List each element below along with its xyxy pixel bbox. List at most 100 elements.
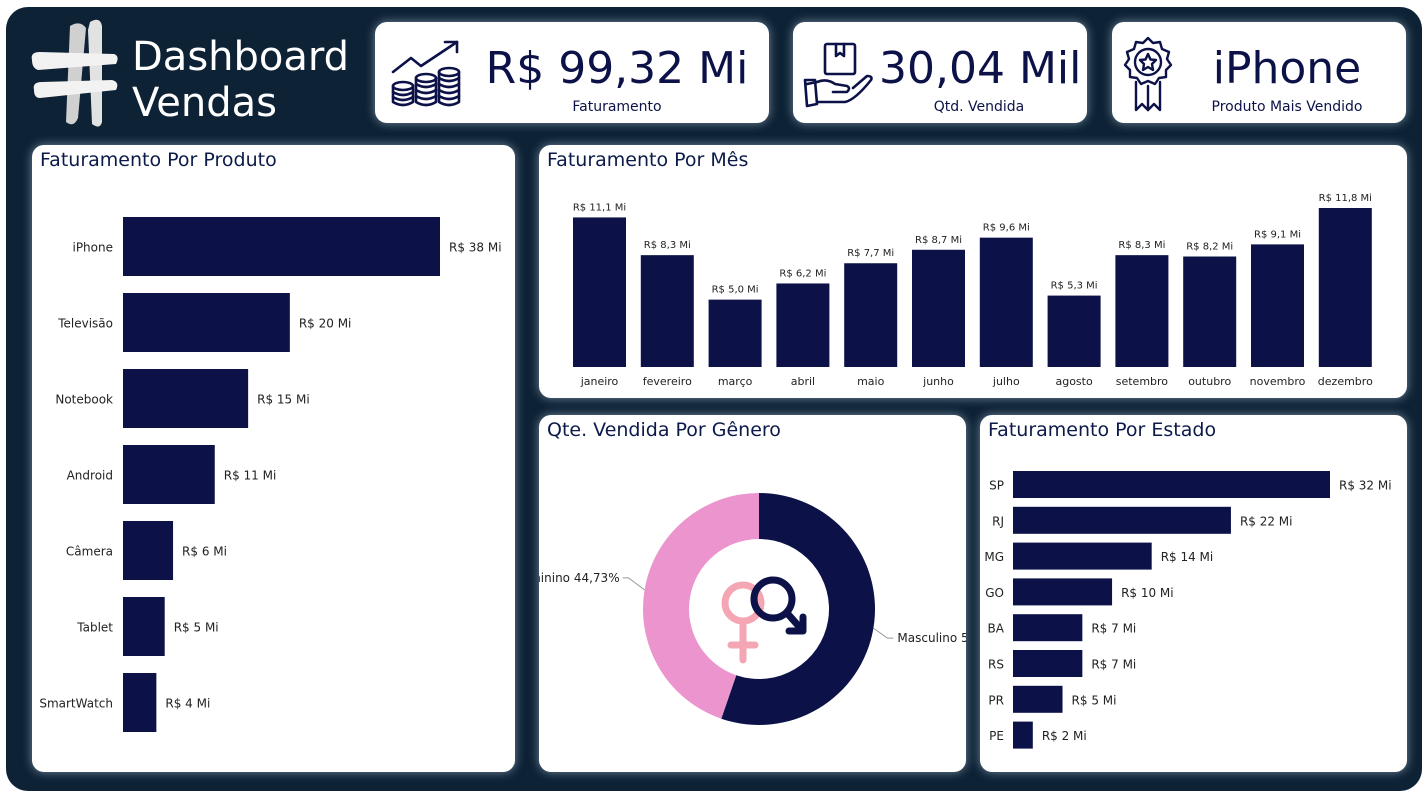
bar [1013, 685, 1063, 713]
category-label: RS [988, 658, 1004, 672]
category-label: Câmera [66, 545, 113, 559]
bar [123, 217, 440, 276]
data-label: R$ 20 Mi [299, 317, 352, 331]
category-label: iPhone [72, 241, 113, 255]
data-label: R$ 5,0 Mi [712, 285, 759, 296]
data-label: R$ 6,2 Mi [779, 268, 826, 279]
category-label: novembro [1250, 375, 1306, 388]
bar [1013, 721, 1033, 749]
chart-produto: iPhone R$ 38 Mi Televisão R$ 20 Mi Notebook R… [39, 217, 502, 732]
kpi-card-faturamento: R$ 99,32 Mi Faturamento [375, 22, 769, 123]
data-label: R$ 32 Mi [1339, 479, 1392, 493]
category-label: maio [857, 375, 885, 388]
brand-line-1: Dashboard [132, 34, 350, 80]
logo-icon [31, 19, 118, 127]
bar [123, 369, 249, 428]
category-label: janeiro [580, 375, 619, 388]
chart-genero: Masculino 55,27% Feminino 44,73% [539, 493, 966, 725]
award-ribbon-icon [1123, 36, 1173, 112]
bar [123, 597, 165, 656]
bar [912, 249, 965, 367]
leader-line [622, 577, 645, 591]
chart-card-estado: Faturamento Por Estado SP R$ 32 Mi RJ R$ 22… [980, 415, 1407, 772]
data-label: R$ 8,7 Mi [915, 235, 962, 246]
data-label: R$ 5 Mi [1072, 693, 1117, 707]
bar [123, 293, 290, 352]
kpi-label-faturamento: Faturamento [572, 99, 662, 115]
chart-card-genero: Qte. Vendida Por Gênero Masculino 55,27%… [539, 415, 966, 772]
data-label: R$ 5 Mi [174, 621, 219, 635]
bar [1013, 542, 1152, 570]
category-label: Notebook [55, 393, 113, 407]
bar [1013, 614, 1083, 642]
bar [1013, 650, 1083, 677]
category-label: março [718, 375, 753, 388]
data-label: R$ 10 Mi [1121, 586, 1174, 600]
data-label: R$ 7 Mi [1091, 622, 1136, 636]
category-label: BA [988, 622, 1005, 636]
data-label: R$ 6 Mi [182, 545, 227, 559]
bar [1013, 578, 1113, 606]
bar [123, 521, 174, 580]
data-label: R$ 38 Mi [449, 241, 502, 255]
data-label: R$ 7,7 Mi [847, 248, 894, 259]
category-label: Televisão [57, 317, 113, 331]
bar [1183, 256, 1237, 367]
data-label: R$ 8,2 Mi [1186, 242, 1233, 253]
bar [640, 255, 694, 367]
bar [844, 263, 898, 367]
bar [1047, 295, 1101, 367]
bar [573, 217, 626, 367]
kpi-value-quantidade: 30,04 Mil [879, 43, 1082, 94]
category-label: SP [989, 479, 1004, 493]
bar [776, 283, 830, 367]
data-label: R$ 8,3 Mi [644, 240, 691, 251]
data-label: R$ 7 Mi [1091, 658, 1136, 672]
chart-card-mes: Faturamento Por Mês R$ 11,1 Mi janeiro R$ … [539, 145, 1407, 398]
data-label: R$ 9,6 Mi [983, 223, 1030, 234]
data-label: R$ 11,8 Mi [1319, 193, 1372, 204]
bar [1013, 506, 1231, 534]
chart-mes: R$ 11,1 Mi janeiro R$ 8,3 Mi fevereiro R$ 5,… [573, 193, 1373, 388]
data-label: R$ 22 Mi [1240, 514, 1293, 528]
bar [123, 673, 157, 732]
category-label: MG [984, 550, 1004, 564]
kpi-card-produto: iPhone Produto Mais Vendido [1112, 22, 1406, 123]
box-hand-icon [803, 42, 873, 108]
data-label: Feminino 44,73% [539, 571, 620, 585]
category-label: setembro [1116, 375, 1169, 388]
brand-line-2: Vendas [132, 80, 277, 126]
bar [1318, 208, 1372, 367]
category-label: junho [922, 375, 954, 388]
data-label: R$ 5,3 Mi [1051, 281, 1098, 292]
kpi-label-quantidade: Qtd. Vendida [933, 99, 1025, 115]
category-label: RJ [992, 514, 1004, 528]
data-label: R$ 8,3 Mi [1118, 240, 1165, 251]
growth-coins-icon [391, 40, 461, 107]
bar [1251, 244, 1304, 367]
category-label: Android [67, 469, 113, 483]
category-label: outubro [1188, 375, 1231, 388]
category-label: PE [989, 729, 1004, 743]
category-label: Tablet [76, 621, 113, 635]
data-label: R$ 11,1 Mi [573, 202, 626, 213]
data-label: R$ 2 Mi [1042, 729, 1087, 743]
gender-symbols-icon [721, 576, 807, 664]
chart-card-produto: Faturamento Por Produto iPhone R$ 38 Mi Te… [32, 145, 515, 772]
data-label: R$ 4 Mi [165, 697, 210, 711]
data-label: R$ 9,1 Mi [1254, 229, 1301, 240]
kpi-value-faturamento: R$ 99,32 Mi [485, 43, 749, 94]
bar [1115, 255, 1169, 367]
kpi-card-quantidade: 30,04 Mil Qtd. Vendida [793, 22, 1087, 123]
bar [708, 299, 762, 367]
bar [1013, 471, 1330, 498]
category-label: fevereiro [643, 375, 692, 388]
leader-line [873, 627, 894, 639]
male-symbol-arrow [783, 609, 807, 635]
category-label: GO [985, 586, 1004, 600]
category-label: SmartWatch [39, 697, 113, 711]
category-label: dezembro [1318, 375, 1373, 388]
bar [123, 445, 215, 504]
data-label: R$ 15 Mi [257, 393, 310, 407]
chart-estado: SP R$ 32 Mi RJ R$ 22 Mi MG R$ 14 Mi GO R$ 10 Mi… [984, 471, 1392, 749]
